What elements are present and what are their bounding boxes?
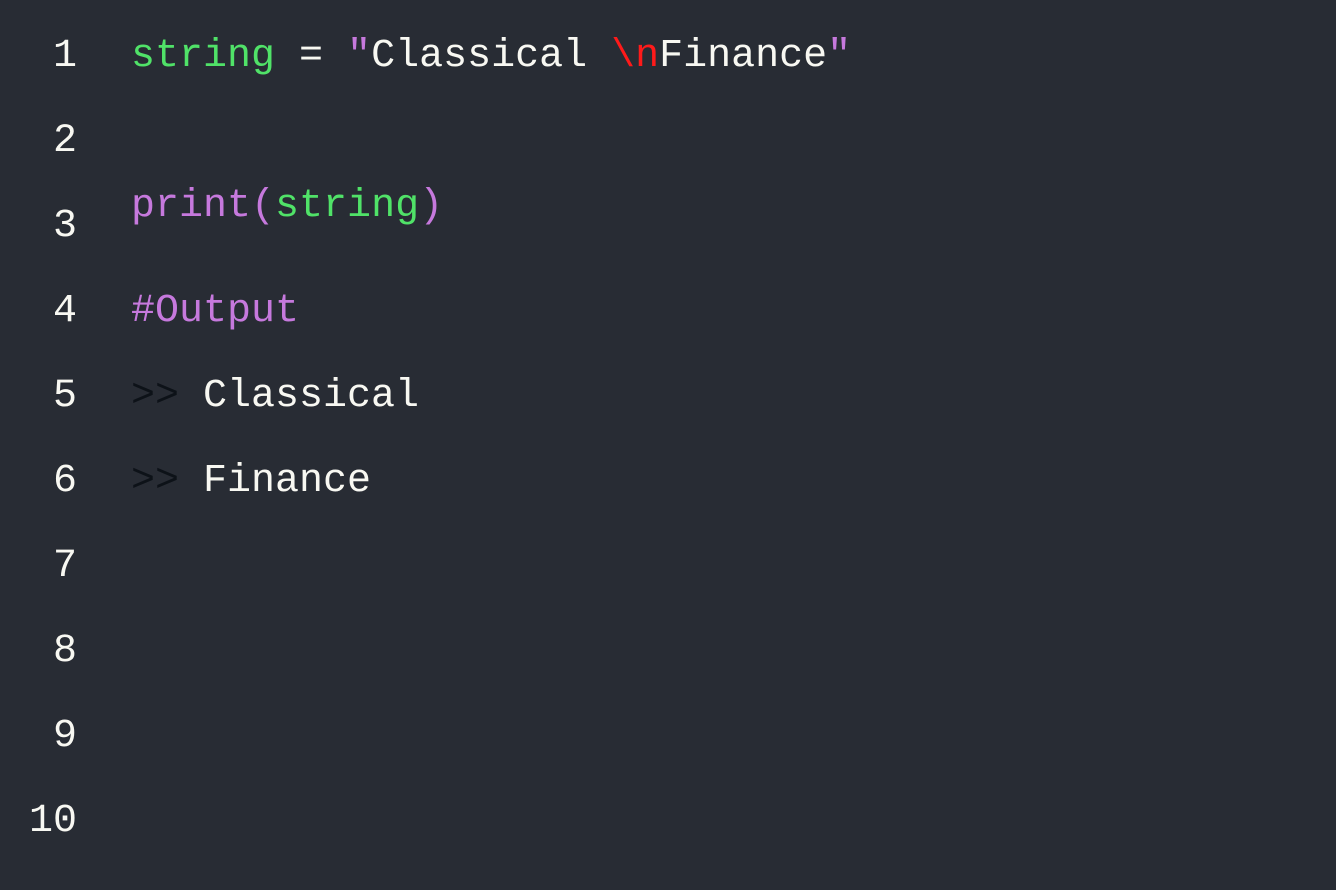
paren-token: ) (419, 184, 443, 229)
line-number: 4 (53, 269, 77, 354)
quote-token: " (827, 34, 851, 79)
output-prompt: >> (131, 459, 179, 504)
code-line-4: #Output (131, 269, 1336, 354)
line-number: 10 (29, 779, 77, 864)
function-token: print (131, 184, 251, 229)
variable-token: string (131, 34, 275, 79)
escape-token: \n (611, 34, 659, 79)
string-token: Finance (659, 34, 827, 79)
line-number-gutter: 1 2 3 4 5 6 7 8 9 10 (0, 14, 95, 890)
line-number: 6 (53, 439, 77, 524)
line-number: 3 (53, 184, 77, 269)
code-line-5: >> Classical (131, 354, 1336, 439)
line-number: 8 (53, 609, 77, 694)
code-line-7 (131, 524, 1336, 609)
code-editor: 1 2 3 4 5 6 7 8 9 10 string = "Classical… (0, 0, 1336, 890)
line-number: 9 (53, 694, 77, 779)
argument-token: string (275, 184, 419, 229)
operator-token: = (275, 34, 347, 79)
code-area[interactable]: string = "Classical \nFinance" print(str… (95, 14, 1336, 890)
code-line-6: >> Finance (131, 439, 1336, 524)
output-prompt: >> (131, 374, 179, 419)
line-number: 2 (53, 99, 77, 184)
output-text: Classical (179, 374, 419, 419)
string-token: Classical (371, 34, 611, 79)
code-line-1: string = "Classical \nFinance" (131, 14, 1336, 99)
line-number: 1 (53, 14, 77, 99)
line-number: 7 (53, 524, 77, 609)
quote-token: " (347, 34, 371, 79)
comment-token: #Output (131, 289, 299, 334)
code-line-8 (131, 609, 1336, 694)
code-line-9 (131, 694, 1336, 779)
code-line-3: print(string) (131, 164, 1336, 249)
output-text: Finance (179, 459, 371, 504)
paren-token: ( (251, 184, 275, 229)
line-number: 5 (53, 354, 77, 439)
code-line-10 (131, 779, 1336, 864)
